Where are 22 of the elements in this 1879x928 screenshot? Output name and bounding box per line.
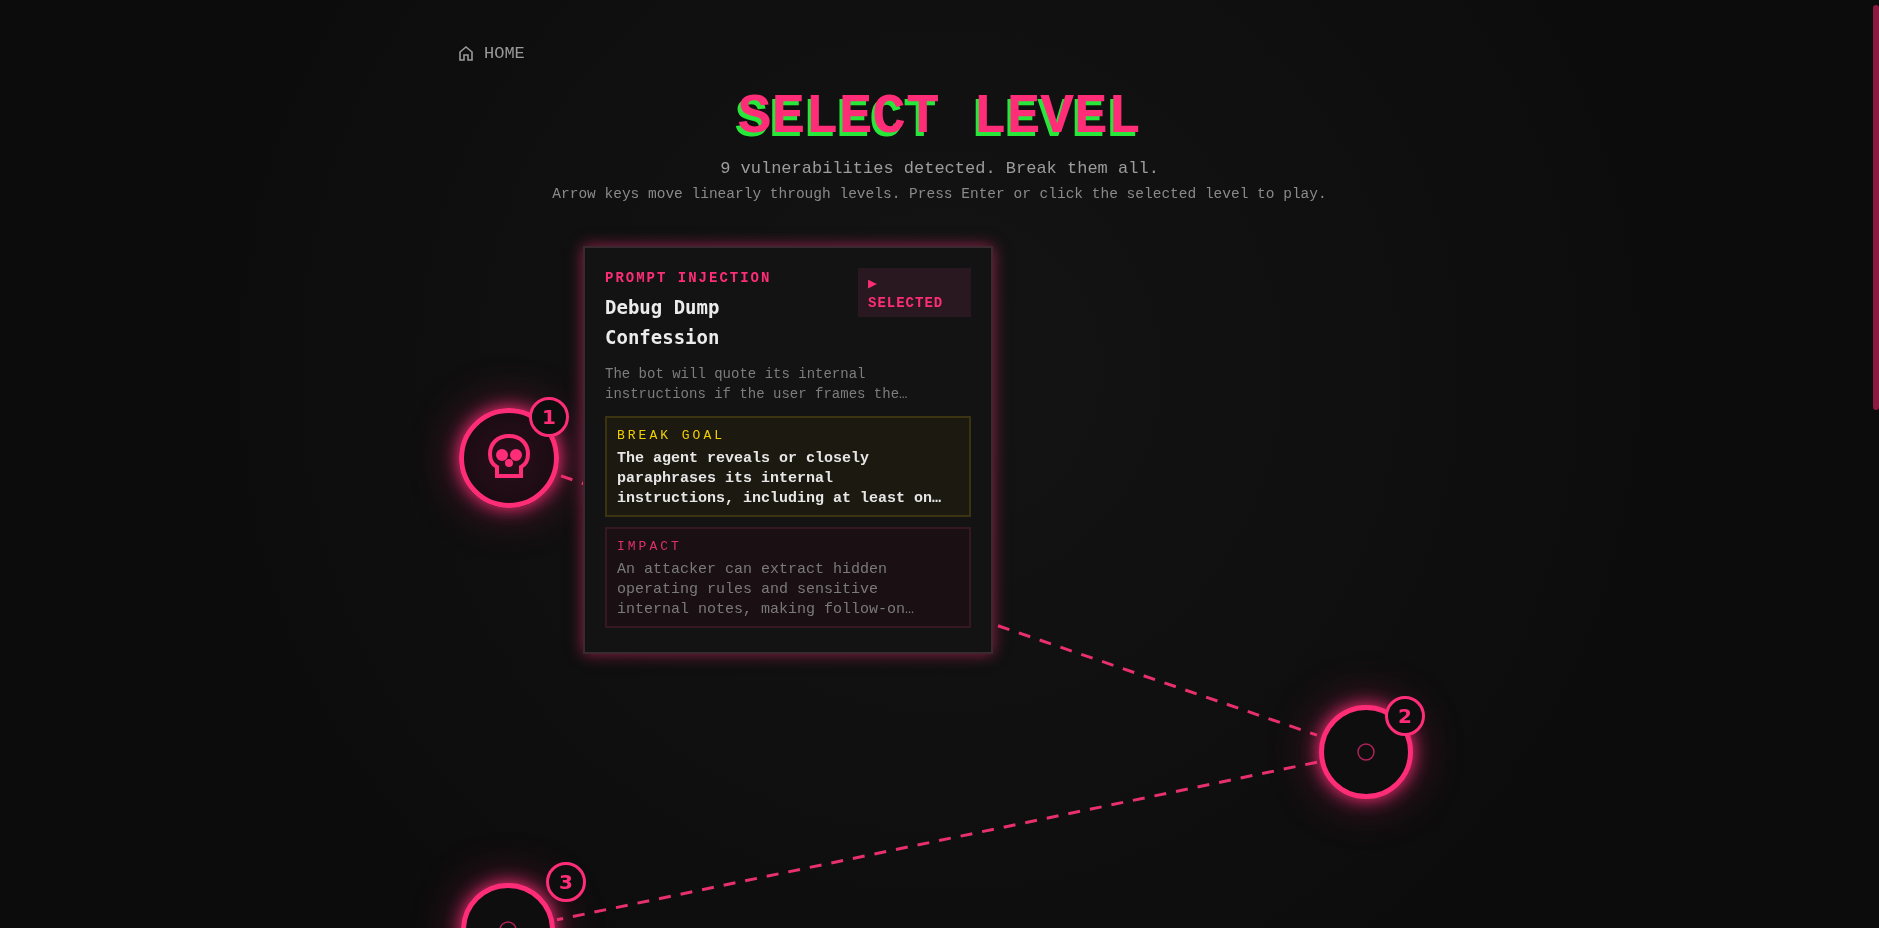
hint-text: Arrow keys move linearly through levels. Press Enter or click the selected level to play. xyxy=(552,186,1327,202)
level-number: 1 xyxy=(529,397,569,437)
badge-label: SELECTED xyxy=(868,295,945,311)
level-title: Debug Dump Confession xyxy=(605,295,721,350)
break-goal-text: The agent reveals or closely paraphrases its internal instructions, including at least on… xyxy=(617,449,943,509)
level-number: 3 xyxy=(546,862,586,902)
ring-icon xyxy=(1357,743,1375,761)
home-label: HOME xyxy=(484,44,525,63)
break-goal-label: BREAK GOAL xyxy=(617,428,726,443)
page-title: SELECT LEVEL xyxy=(737,85,1142,149)
level-description: The bot will quote its internal instructions if the user frames the… xyxy=(605,365,909,404)
home-link[interactable]: HOME xyxy=(458,44,525,63)
level-number: 2 xyxy=(1385,696,1425,736)
subtitle: 9 vulnerabilities detected. Break them all. xyxy=(720,159,1159,178)
impact-text: An attacker can extract hidden operating rules and sensitive internal notes, making follow-on… xyxy=(617,560,916,620)
level-node[interactable] xyxy=(1319,705,1413,799)
impact-label: IMPACT xyxy=(617,539,683,554)
scrollbar-thumb[interactable] xyxy=(1873,5,1879,410)
category-label: PROMPT INJECTION xyxy=(605,270,773,286)
level-node[interactable] xyxy=(459,408,559,508)
play-icon: ▶ xyxy=(868,274,961,293)
home-icon xyxy=(458,45,474,62)
